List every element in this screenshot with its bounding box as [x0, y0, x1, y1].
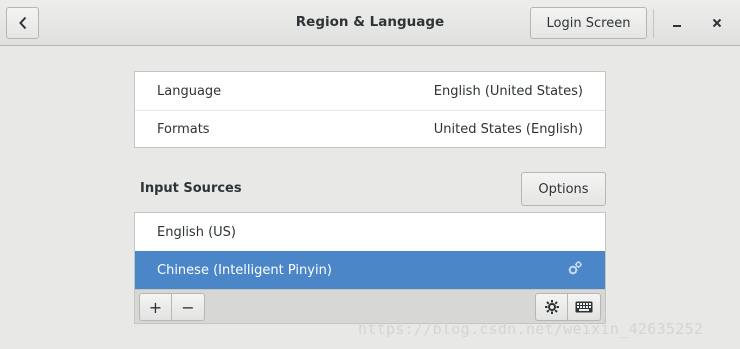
input-source-settings-button[interactable] — [535, 293, 568, 321]
plus-icon: + — [148, 297, 163, 317]
keyboard-icon — [575, 301, 593, 313]
language-value: English (United States) — [433, 83, 583, 99]
header-separator — [653, 9, 654, 38]
gear-icon — [544, 299, 560, 315]
language-label: Language — [157, 83, 222, 99]
input-sources-toolbar: + − — [134, 289, 606, 324]
language-row[interactable]: Language English (United States) — [135, 72, 605, 110]
remove-input-source-button[interactable]: − — [172, 293, 205, 321]
input-source-row-selected[interactable]: Chinese (Intelligent Pinyin) — [135, 251, 605, 289]
close-button[interactable] — [704, 10, 730, 36]
header-bar: Region & Language Login Screen — [0, 0, 740, 46]
formats-value: United States (English) — [433, 122, 583, 137]
formats-label: Formats — [157, 122, 210, 137]
add-input-source-button[interactable]: + — [139, 293, 172, 321]
minimize-button[interactable] — [664, 10, 690, 36]
minimize-icon — [672, 18, 682, 28]
input-source-row[interactable]: English (US) — [135, 213, 605, 251]
close-icon — [712, 18, 722, 28]
input-source-label: English (US) — [157, 224, 236, 240]
keyboard-layout-button[interactable] — [568, 293, 601, 321]
options-button[interactable]: Options — [521, 172, 606, 206]
input-sources-heading: Input Sources — [140, 181, 242, 196]
login-screen-button[interactable]: Login Screen — [530, 7, 647, 39]
input-source-label: Chinese (Intelligent Pinyin) — [157, 262, 332, 278]
minus-icon: − — [181, 297, 195, 317]
input-sources-list: English (US) Chinese (Intelligent Pinyin… — [134, 212, 606, 289]
gears-icon[interactable] — [567, 260, 583, 276]
watermark-text: https://blog.csdn.net/weixin_42635252 — [358, 320, 704, 338]
language-settings-list: Language English (United States) Formats… — [134, 71, 606, 148]
formats-row[interactable]: Formats United States (English) — [135, 110, 605, 148]
